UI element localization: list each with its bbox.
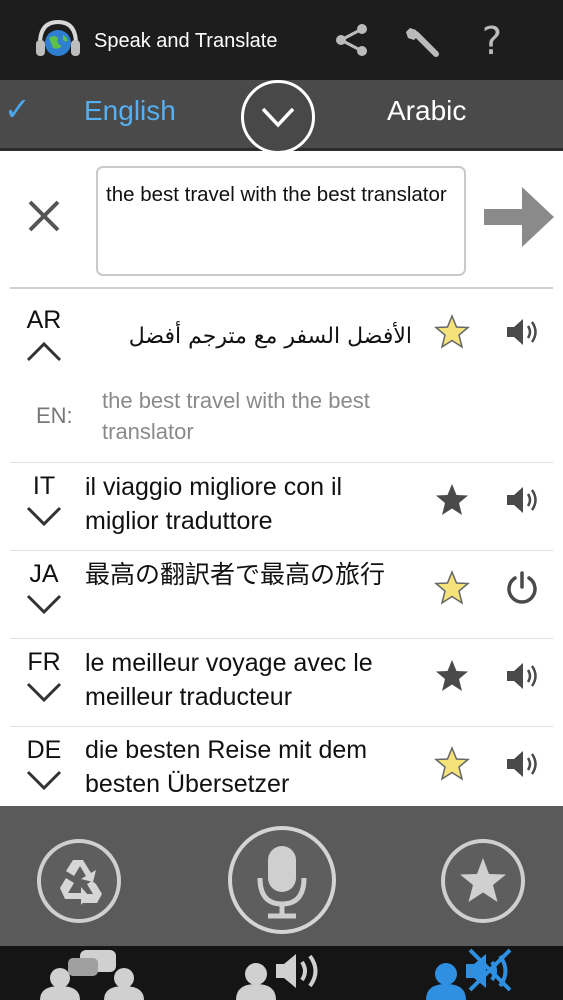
language-code: AR <box>26 306 62 334</box>
star-icon[interactable] <box>434 482 470 518</box>
divider <box>10 287 553 289</box>
favorites-star-button[interactable] <box>440 838 526 924</box>
speaker-icon[interactable] <box>504 314 540 350</box>
language-code: JA <box>29 560 59 588</box>
chevron-down-icon[interactable] <box>26 770 62 792</box>
star-favorite-icon[interactable] <box>434 746 470 782</box>
speaker-icon[interactable] <box>504 746 540 782</box>
check-icon: ✓ <box>4 91 31 127</box>
recycle-button[interactable] <box>36 838 122 924</box>
chevron-up-icon[interactable] <box>26 340 62 362</box>
app-header: Speak and Translate ? <box>0 0 563 80</box>
translation-text: الأفضل السفر مع مترجم أفضل <box>128 324 412 349</box>
mute-mode-icon[interactable] <box>426 946 518 1000</box>
wrench-icon[interactable] <box>402 20 442 60</box>
target-language-button[interactable]: Arabic <box>387 95 466 127</box>
translation-text: il viaggio migliore con il miglior tradu… <box>85 473 343 535</box>
chevron-down-icon[interactable] <box>26 506 62 528</box>
language-dropdown-button[interactable] <box>241 80 315 154</box>
speaker-mode-icon[interactable] <box>236 948 328 1000</box>
source-language-button[interactable]: English <box>84 95 176 127</box>
translation-text: 最高の翻訳者で最高の旅行 <box>85 560 386 589</box>
app-title: Speak and Translate <box>94 30 278 52</box>
headphones-globe-icon <box>36 19 80 56</box>
star-favorite-icon[interactable] <box>434 314 470 350</box>
source-text-echo: the best travel with the best translator <box>102 388 370 444</box>
microphone-button[interactable] <box>226 824 338 936</box>
language-code: DE <box>26 736 62 764</box>
chevron-down-icon[interactable] <box>26 682 62 704</box>
translation-text: die besten Reise mit dem besten Übersetz… <box>85 736 368 798</box>
chevron-down-icon[interactable] <box>26 594 62 616</box>
source-code-label: EN: <box>36 403 73 428</box>
conversation-mode-icon[interactable] <box>36 948 146 1000</box>
share-icon[interactable] <box>332 20 372 60</box>
translation-text: le meilleur voyage avec le meilleur trad… <box>85 649 373 711</box>
chevron-down-icon <box>261 107 295 128</box>
star-icon[interactable] <box>434 658 470 694</box>
language-code: IT <box>32 472 56 500</box>
bottom-navigation <box>0 946 563 1000</box>
help-icon[interactable]: ? <box>472 20 512 60</box>
svg-text:?: ? <box>482 20 502 60</box>
translate-arrow-icon[interactable] <box>482 182 556 252</box>
speaker-icon[interactable] <box>504 482 540 518</box>
source-text-input[interactable]: the best travel with the best translator <box>96 166 466 276</box>
power-icon[interactable] <box>504 570 540 606</box>
language-code: FR <box>27 648 61 676</box>
star-favorite-icon[interactable] <box>434 570 470 606</box>
bottom-toolbar <box>0 806 563 946</box>
speaker-icon[interactable] <box>504 658 540 694</box>
clear-icon[interactable] <box>26 198 62 234</box>
